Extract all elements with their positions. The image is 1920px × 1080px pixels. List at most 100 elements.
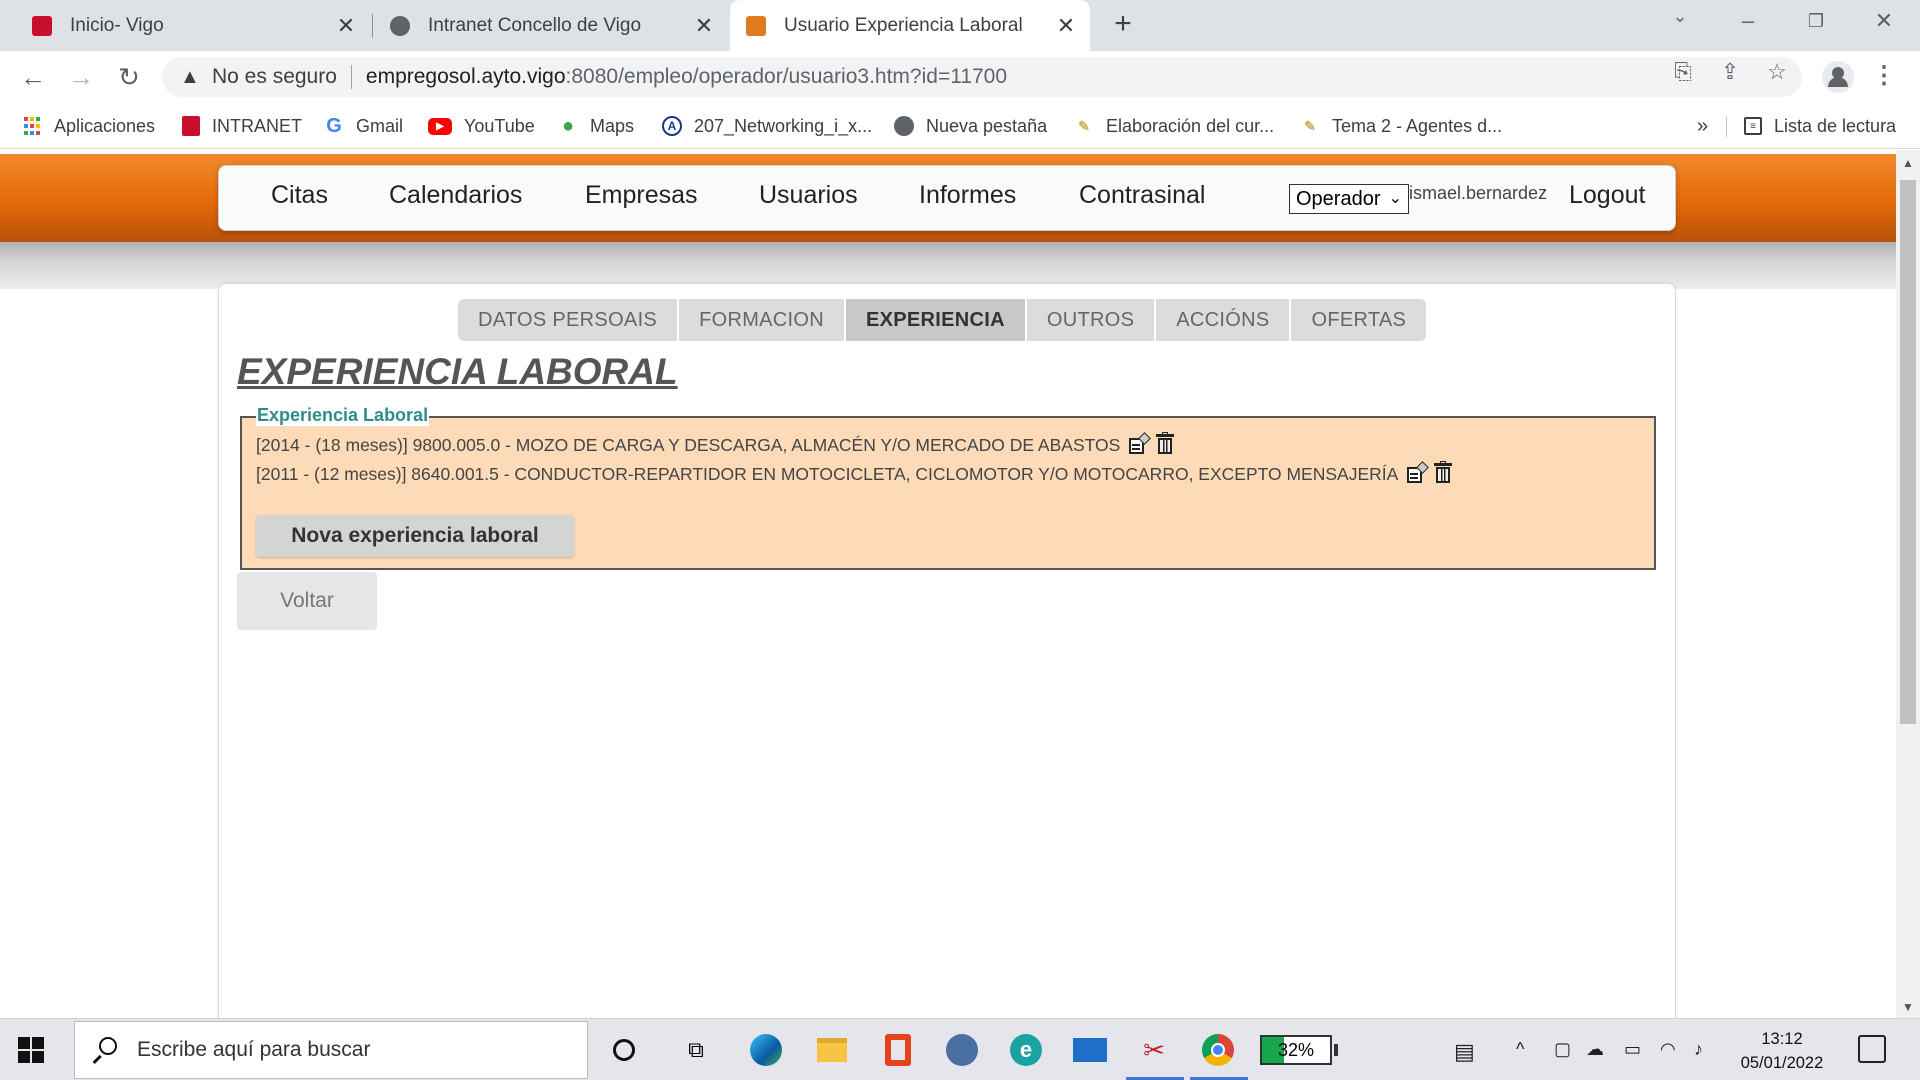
scroll-down-arrow-icon[interactable]: ▼ xyxy=(1896,1000,1920,1014)
scrollbar-thumb[interactable] xyxy=(1900,180,1916,724)
nav-usuarios[interactable]: Usuarios xyxy=(759,181,858,210)
meet-icon[interactable]: ▢ xyxy=(1554,1039,1571,1060)
bookmark-star-icon[interactable]: ☆ xyxy=(1764,59,1790,85)
nav-informes[interactable]: Informes xyxy=(919,181,1016,210)
back-arrow-icon[interactable]: ← xyxy=(16,60,50,94)
edit-icon[interactable] xyxy=(1406,461,1430,484)
divider xyxy=(1726,117,1727,137)
taskbar-search[interactable]: Escribe aquí para buscar xyxy=(74,1021,588,1079)
volume-icon[interactable]: ♪ xyxy=(1694,1039,1703,1060)
bookmark-youtube[interactable]: ▶ YouTube xyxy=(428,113,535,139)
bookmarks-overflow-button[interactable]: » xyxy=(1697,113,1708,139)
restore-icon[interactable]: ❐ xyxy=(1796,11,1836,32)
clock-date: 05/01/2022 xyxy=(1740,1054,1824,1072)
chevron-down-icon: ⌄ xyxy=(1388,190,1402,207)
pen-icon: ✎ xyxy=(1304,117,1316,134)
tab-intranet[interactable]: Intranet Concello de Vigo ✕ xyxy=(374,0,728,51)
share-icon[interactable]: ⇪ xyxy=(1717,59,1743,85)
notification-center-icon[interactable] xyxy=(1858,1035,1886,1063)
tab-search-chevron-icon[interactable]: ⌄ xyxy=(1660,6,1700,27)
bookmark-tema-2[interactable]: ✎ Tema 2 - Agentes d... xyxy=(1300,113,1502,139)
cortana-circle-icon[interactable] xyxy=(606,1032,642,1068)
trash-icon[interactable] xyxy=(1434,461,1453,483)
nav-calendarios[interactable]: Calendarios xyxy=(389,181,522,210)
new-experience-button[interactable]: Nova experiencia laboral xyxy=(256,515,574,557)
tab-title: Usuario Experiencia Laboral xyxy=(784,14,1023,36)
bookmark-label: 207_Networking_i_x... xyxy=(694,115,873,136)
tab-outros[interactable]: OUTROS xyxy=(1026,299,1155,341)
tab-inicio-vigo[interactable]: Inicio- Vigo ✕ xyxy=(0,0,370,51)
cortana-ring xyxy=(613,1039,635,1061)
battery-icon[interactable]: ▭ xyxy=(1624,1039,1641,1060)
start-tile xyxy=(18,1037,30,1049)
task-view-icon[interactable]: ⧉ xyxy=(678,1032,714,1068)
bookmark-intranet[interactable]: INTRANET xyxy=(182,113,302,139)
close-window-icon[interactable]: ✕ xyxy=(1864,8,1904,34)
globe-network-icon[interactable] xyxy=(944,1032,980,1068)
bookmark-elaboracion[interactable]: ✎ Elaboración del cur... xyxy=(1074,113,1274,139)
bookmark-nueva-pestana[interactable]: Nueva pestaña xyxy=(894,113,1047,139)
content-panel xyxy=(218,283,1676,1018)
snipping-tool-icon[interactable]: ✂ xyxy=(1136,1032,1172,1068)
trash-icon[interactable] xyxy=(1156,432,1175,454)
alpha-icon: A xyxy=(662,116,682,136)
mail-icon[interactable] xyxy=(1072,1032,1108,1068)
forward-arrow-icon[interactable]: → xyxy=(64,60,98,94)
tab-accions[interactable]: ACCIÓNS xyxy=(1156,299,1290,341)
close-tab-icon[interactable]: ✕ xyxy=(692,13,716,38)
profile-avatar-icon[interactable] xyxy=(1822,61,1854,93)
bookmark-gmail[interactable]: G Gmail xyxy=(324,113,403,139)
edit-line xyxy=(1410,477,1419,479)
nav-citas[interactable]: Citas xyxy=(271,181,328,210)
tab-formacion[interactable]: FORMACION xyxy=(679,299,844,341)
trash-can xyxy=(1436,467,1451,483)
minimize-icon[interactable]: – xyxy=(1728,8,1768,34)
translate-icon[interactable]: ⎘ xyxy=(1670,59,1696,85)
edge-browser-icon[interactable] xyxy=(748,1032,784,1068)
scroll-up-arrow-icon[interactable]: ▲ xyxy=(1896,156,1920,170)
tab-experiencia[interactable]: EXPERIENCIA xyxy=(846,299,1025,341)
search-lens xyxy=(99,1037,117,1055)
reload-icon[interactable]: ↻ xyxy=(112,60,146,94)
nav-empresas[interactable]: Empresas xyxy=(585,181,698,210)
search-icon xyxy=(91,1037,117,1064)
folder-shape xyxy=(817,1038,847,1062)
page-scrollbar[interactable]: ▲ ▼ xyxy=(1896,150,1920,1018)
clock[interactable]: 13:12 05/01/2022 xyxy=(1730,1027,1834,1075)
role-select[interactable]: Operador ⌄ xyxy=(1289,184,1409,214)
eset-icon[interactable]: e xyxy=(1008,1032,1044,1068)
wifi-icon[interactable]: ◠ xyxy=(1660,1039,1676,1060)
back-button[interactable]: Voltar xyxy=(237,572,377,630)
address-bar[interactable]: ▲ No es seguro empregosol.ayto.vigo :808… xyxy=(162,57,1802,97)
tab-datos-persoais[interactable]: DATOS PERSOAIS xyxy=(458,299,678,341)
bookmark-label: Elaboración del cur... xyxy=(1106,115,1275,136)
chrome-icon[interactable] xyxy=(1200,1032,1236,1068)
windows-start-icon[interactable] xyxy=(18,1037,44,1063)
bookmark-aplicaciones[interactable]: Aplicaciones xyxy=(22,113,155,139)
bookmark-networking[interactable]: A 207_Networking_i_x... xyxy=(662,113,872,139)
logout-link[interactable]: Logout xyxy=(1569,181,1645,210)
browser-menu-icon[interactable]: ⋮ xyxy=(1872,61,1896,90)
chevron-up-icon[interactable]: ^ xyxy=(1516,1039,1524,1060)
close-tab-icon[interactable]: ✕ xyxy=(1054,13,1078,38)
news-widget-icon[interactable]: ▤ xyxy=(1454,1039,1475,1065)
user-section-tabs: DATOS PERSOAIS FORMACION EXPERIENCIA OUT… xyxy=(458,299,1427,341)
file-explorer-icon[interactable] xyxy=(814,1032,850,1068)
url-host: empregosol.ayto.vigo xyxy=(365,65,566,88)
tab-usuario-experiencia[interactable]: Usuario Experiencia Laboral ✕ xyxy=(730,0,1090,51)
edit-icon[interactable] xyxy=(1128,432,1152,455)
onedrive-cloud-icon[interactable]: ☁ xyxy=(1586,1039,1604,1060)
close-tab-icon[interactable]: ✕ xyxy=(334,13,358,38)
main-navigation: Citas Calendarios Empresas Usuarios Info… xyxy=(218,165,1676,231)
reading-list-label: Lista de lectura xyxy=(1774,115,1897,136)
nav-contrasinal[interactable]: Contrasinal xyxy=(1079,181,1205,210)
battery-widget[interactable]: 32% xyxy=(1260,1035,1332,1065)
tab-ofertas[interactable]: OFERTAS xyxy=(1291,299,1427,341)
edge-logo xyxy=(750,1034,782,1066)
clock-time: 13:12 xyxy=(1761,1030,1803,1048)
bookmark-maps[interactable]: ● Maps xyxy=(558,113,634,139)
new-tab-plus-icon[interactable]: + xyxy=(1108,9,1138,40)
reading-list-button[interactable]: ≡ Lista de lectura xyxy=(1744,113,1896,139)
battery-nub xyxy=(1334,1044,1338,1056)
office-icon[interactable] xyxy=(880,1032,916,1068)
